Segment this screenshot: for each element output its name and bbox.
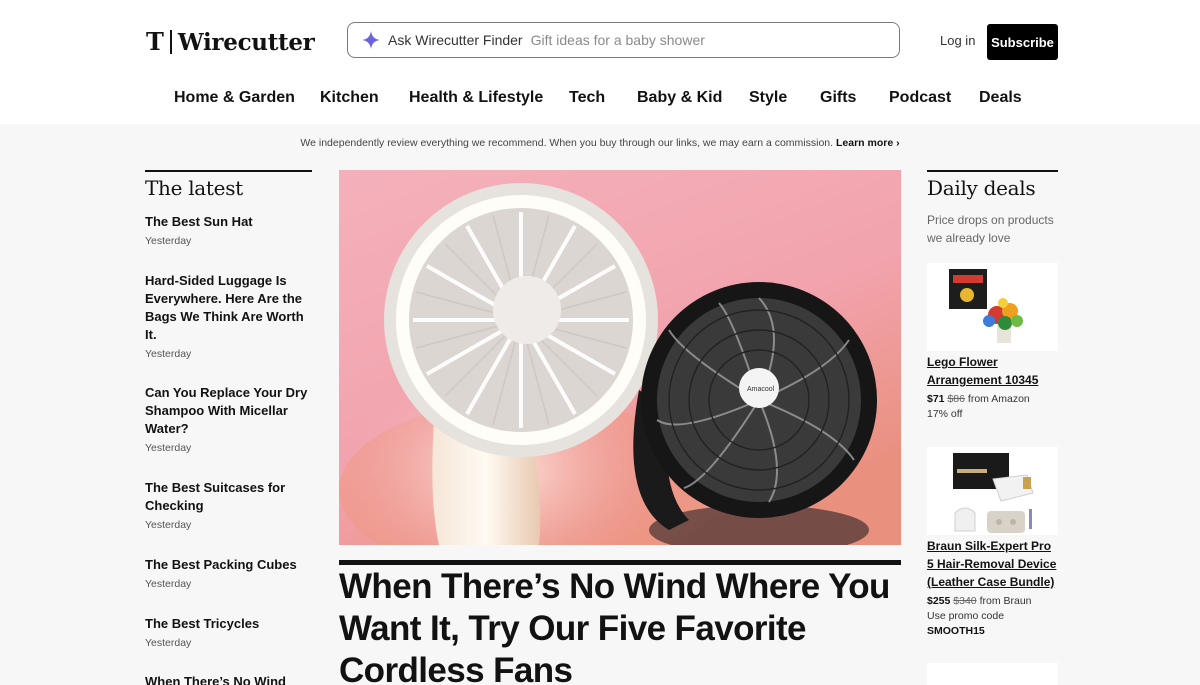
latest-item[interactable]: The Best Suitcases for Checking Yesterda…: [145, 479, 312, 531]
deal-price-current: $255: [927, 595, 951, 607]
latest-item-title[interactable]: When There’s No Wind: [145, 673, 312, 685]
learn-more-link[interactable]: Learn more ›: [836, 137, 900, 149]
latest-item-title[interactable]: Hard-Sided Luggage Is Everywhere. Here A…: [145, 272, 312, 344]
latest-item[interactable]: The Best Sun Hat Yesterday: [145, 213, 312, 247]
nav-home-garden[interactable]: Home & Garden: [174, 89, 295, 107]
deal-promo-label: Use promo code: [927, 610, 1005, 622]
fans-illustration: Amacool: [339, 170, 901, 545]
deal-price: $71 $86 from Amazon: [927, 393, 1058, 405]
feature-headline[interactable]: When There’s No Wind Where You Want It, …: [339, 566, 909, 685]
headline-rule: [339, 560, 901, 565]
deal-promo-code[interactable]: SMOOTH15: [927, 625, 1058, 637]
lego-flower-illustration: [949, 269, 1023, 343]
affiliate-disclosure: We independently review everything we re…: [0, 137, 1200, 149]
nav-gifts[interactable]: Gifts: [820, 89, 856, 107]
latest-item-title[interactable]: The Best Suitcases for Checking: [145, 479, 312, 515]
deal-card-next[interactable]: [927, 663, 1058, 685]
logo-divider: [169, 30, 172, 54]
finder-label: Ask Wirecutter Finder: [388, 32, 523, 48]
fan-brand-label: Amacool: [747, 386, 775, 393]
deal-title-link[interactable]: Braun Silk-Expert Pro 5 Hair-Removal Dev…: [927, 537, 1058, 591]
deal-title-link[interactable]: Lego Flower Arrangement 10345: [927, 353, 1058, 389]
deal-card[interactable]: Braun Silk-Expert Pro 5 Hair-Removal Dev…: [927, 447, 1058, 637]
deal-source: from Braun: [979, 595, 1032, 607]
sparkle-icon: [362, 31, 380, 49]
promo-code-text[interactable]: SMOOTH15: [927, 625, 985, 637]
deal-card[interactable]: Lego Flower Arrangement 10345 $71 $86 fr…: [927, 263, 1058, 420]
latest-item[interactable]: The Best Tricycles Yesterday: [145, 615, 312, 649]
deal-image-braun[interactable]: [927, 447, 1058, 535]
latest-item-date: Yesterday: [145, 442, 192, 454]
wirecutter-logo[interactable]: T Wirecutter: [146, 28, 315, 56]
deal-price-was: $86: [947, 393, 965, 405]
nav-tech[interactable]: Tech: [569, 89, 605, 107]
deal-source: from Amazon: [967, 393, 1030, 405]
latest-item-date: Yesterday: [145, 637, 192, 649]
deals-heading: Daily deals: [927, 176, 1036, 200]
latest-item-date: Yesterday: [145, 519, 192, 531]
finder-input[interactable]: [530, 32, 891, 48]
braun-device-illustration: [953, 453, 1034, 533]
hero-image[interactable]: Amacool: [339, 170, 901, 545]
main-nav: Home & Garden Kitchen Health & Lifestyle…: [0, 84, 1200, 114]
latest-section: The latest: [145, 170, 312, 200]
nav-health-lifestyle[interactable]: Health & Lifestyle: [409, 89, 543, 107]
nyt-t-logo-icon: T: [146, 27, 164, 56]
nav-podcast[interactable]: Podcast: [889, 89, 951, 107]
deal-price-was: $340: [953, 595, 977, 607]
nav-deals[interactable]: Deals: [979, 89, 1022, 107]
disclosure-text: We independently review everything we re…: [300, 137, 834, 149]
latest-heading: The latest: [145, 176, 243, 200]
logo-text: Wirecutter: [177, 28, 315, 56]
nav-baby-kid[interactable]: Baby & Kid: [637, 89, 722, 107]
deal-price-current: $71: [927, 393, 945, 405]
latest-item-title[interactable]: Can You Replace Your Dry Shampoo With Mi…: [145, 384, 312, 438]
latest-item[interactable]: Hard-Sided Luggage Is Everywhere. Here A…: [145, 272, 312, 360]
deal-price: $255 $340 from Braun: [927, 595, 1058, 607]
latest-item-title[interactable]: The Best Sun Hat: [145, 213, 312, 231]
nav-style[interactable]: Style: [749, 89, 787, 107]
site-header: T Wirecutter Ask Wirecutter Finder Log i…: [0, 0, 1200, 124]
section-rule: [145, 170, 312, 172]
latest-item-title[interactable]: The Best Tricycles: [145, 615, 312, 633]
deals-subheading: Price drops on products we already love: [927, 213, 1054, 245]
deal-image-lego-flowers[interactable]: [927, 263, 1058, 351]
nav-kitchen[interactable]: Kitchen: [320, 89, 379, 107]
deal-discount: 17% off: [927, 408, 963, 420]
daily-deals-section: Daily deals Price drops on products we a…: [927, 170, 1058, 247]
latest-item[interactable]: Can You Replace Your Dry Shampoo With Mi…: [145, 384, 312, 454]
subscribe-button[interactable]: Subscribe: [987, 24, 1058, 60]
login-link[interactable]: Log in: [940, 33, 975, 48]
latest-item-date: Yesterday: [145, 578, 192, 590]
latest-item-date: Yesterday: [145, 235, 192, 247]
latest-item-date: Yesterday: [145, 348, 192, 360]
latest-item[interactable]: When There’s No Wind: [145, 673, 312, 685]
latest-item[interactable]: The Best Packing Cubes Yesterday: [145, 556, 312, 590]
section-rule: [927, 170, 1058, 172]
latest-item-title[interactable]: The Best Packing Cubes: [145, 556, 312, 574]
finder-search-box[interactable]: Ask Wirecutter Finder: [347, 22, 900, 58]
